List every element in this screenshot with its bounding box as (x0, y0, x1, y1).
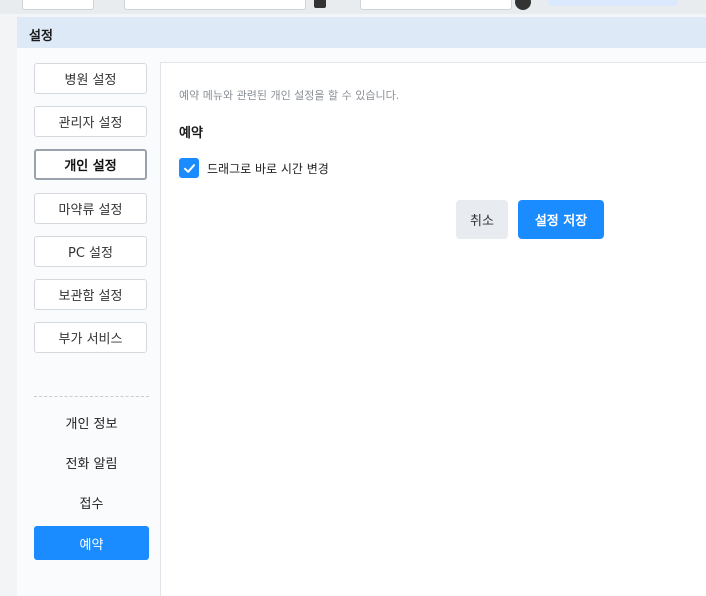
cancel-button[interactable]: 취소 (456, 200, 508, 239)
sidebar-item-phone-alerts[interactable]: 전화 알림 (34, 445, 149, 479)
settings-content-panel: 예약 메뉴와 관련된 개인 설정을 할 수 있습니다. 예약 드래그로 바로 시… (160, 62, 706, 596)
sidebar-button-personal-settings[interactable]: 개인 설정 (34, 149, 147, 180)
modal-header: 설정 (17, 17, 706, 48)
sidebar-button-admin-settings[interactable]: 관리자 설정 (34, 106, 147, 137)
sidebar-item-reservation[interactable]: 예약 (34, 526, 149, 560)
toolbar-blue-button[interactable] (548, 0, 678, 6)
settings-sidebar: 병원 설정 관리자 설정 개인 설정 마약류 설정 PC 설정 보관함 설정 부… (17, 48, 161, 596)
settings-modal: 설정 병원 설정 관리자 설정 개인 설정 마약류 설정 PC 설정 보관함 설… (17, 17, 706, 596)
sidebar-item-reception[interactable]: 접수 (34, 485, 149, 519)
sidebar-divider (34, 396, 149, 397)
checkmark-icon (183, 163, 195, 173)
top-toolbar-strip (0, 0, 706, 14)
modal-title: 설정 (29, 29, 53, 44)
sidebar-button-storage-settings[interactable]: 보관함 설정 (34, 279, 147, 310)
drag-time-change-label: 드래그로 바로 시간 변경 (207, 161, 329, 176)
section-description: 예약 메뉴와 관련된 개인 설정을 할 수 있습니다. (179, 89, 400, 102)
section-title: 예약 (179, 126, 203, 141)
toolbar-field[interactable] (360, 0, 512, 10)
sidebar-button-addon-services[interactable]: 부가 서비스 (34, 322, 147, 353)
sidebar-button-pc-settings[interactable]: PC 설정 (34, 236, 147, 267)
sidebar-button-narcotics-settings[interactable]: 마약류 설정 (34, 193, 147, 224)
toolbar-search-field[interactable] (124, 0, 306, 10)
sidebar-button-hospital-settings[interactable]: 병원 설정 (34, 63, 147, 94)
toolbar-field[interactable] (22, 0, 94, 10)
sidebar-item-personal-info[interactable]: 개인 정보 (34, 405, 149, 439)
save-settings-button[interactable]: 설정 저장 (518, 200, 604, 239)
toolbar-circle-icon[interactable] (515, 0, 531, 10)
drag-time-change-checkbox[interactable] (179, 158, 199, 178)
drag-time-change-option[interactable]: 드래그로 바로 시간 변경 (179, 158, 329, 178)
toolbar-icon[interactable] (314, 0, 326, 8)
